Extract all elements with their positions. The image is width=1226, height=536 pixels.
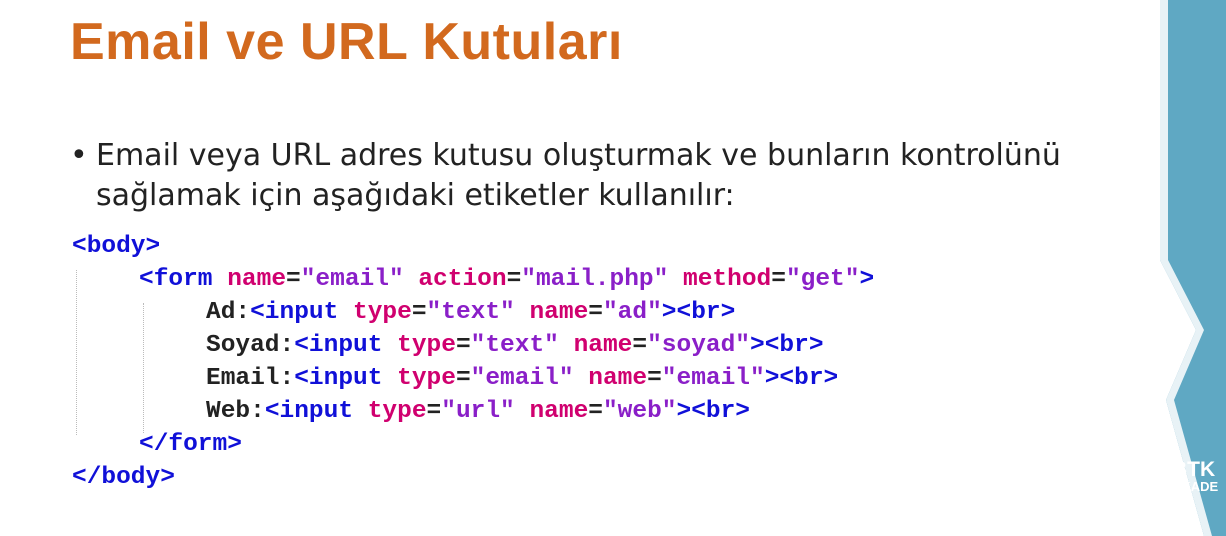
code-token-val: "email": [470, 365, 574, 392]
code-token-txt: =: [647, 365, 662, 392]
code-token-tag: <body>: [72, 233, 161, 260]
logo-text-btk: BTK: [1172, 458, 1216, 481]
code-token-attr: name: [529, 299, 589, 326]
code-token-val: "email": [661, 365, 765, 392]
slide: Email ve URL Kutuları • Email veya URL a…: [0, 0, 1226, 536]
code-token-attr: name: [588, 365, 648, 392]
logo-text-akade: AKADE: [1172, 479, 1219, 494]
code-line: Email:<input type="email" name="email"><…: [72, 362, 874, 395]
bullet-item: • Email veya URL adres kutusu oluşturmak…: [70, 136, 1070, 216]
code-token-val: "text": [470, 332, 559, 359]
code-token-tag: <input: [250, 299, 339, 326]
code-token-attr: type: [367, 398, 427, 425]
code-token-txt: Email:: [206, 365, 295, 392]
code-token-attr: name: [573, 332, 633, 359]
code-block: <body> <form name="email" action="mail.ph…: [72, 230, 874, 494]
code-token-tag: ><br>: [764, 365, 839, 392]
code-line: Web:<input type="url" name="web"><br>: [72, 395, 874, 428]
slide-title: Email ve URL Kutuları: [70, 13, 623, 71]
bullet-line-2: sağlamak için aşağıdaki etiketler kullan…: [96, 178, 735, 213]
code-token-tag: <input: [294, 332, 383, 359]
code-token-val: "get": [785, 266, 860, 293]
code-token-attr: type: [397, 365, 456, 392]
code-token-tag: ><br>: [676, 398, 751, 425]
code-line: <form name="email" action="mail.php" met…: [72, 263, 874, 296]
btk-logo: BTK AKADE: [1150, 458, 1219, 494]
code-token-val: "email": [300, 266, 404, 293]
code-token-txt: =: [588, 299, 603, 326]
code-token-tag: ><br>: [750, 332, 824, 359]
code-token-val: "url": [441, 398, 515, 425]
code-token-txt: =: [426, 398, 442, 425]
code-token-txt: =: [411, 299, 427, 326]
code-line: </body>: [72, 461, 874, 494]
code-line: <body>: [72, 230, 874, 263]
code-line: </form>: [72, 428, 874, 461]
code-token-txt: Ad:: [206, 299, 251, 326]
bullet-icon: •: [70, 138, 88, 173]
code-token-attr: type: [397, 332, 456, 359]
code-token-attr: type: [353, 299, 412, 326]
side-decoration: [1156, 0, 1226, 536]
code-line: Soyad:<input type="text" name="soyad"><b…: [72, 329, 874, 362]
code-token-txt: =: [455, 332, 471, 359]
code-token-attr: name: [529, 398, 589, 425]
code-token-txt: =: [632, 332, 648, 359]
code-token-txt: Soyad:: [206, 332, 295, 359]
code-token-tag: <form: [139, 266, 213, 293]
bullet-line-1: Email veya URL adres kutusu oluşturmak v…: [96, 138, 1061, 173]
code-token-txt: =: [506, 266, 522, 293]
code-token-tag: </form>: [139, 431, 242, 458]
code-line: Ad:<input type="text" name="ad"><br>: [72, 296, 874, 329]
code-token-val: "mail.php": [521, 266, 669, 293]
code-token-tag: </body>: [72, 464, 175, 491]
code-token-tag: <input: [264, 398, 354, 425]
code-token-tag: <input: [294, 365, 383, 392]
code-token-val: "soyad": [647, 332, 751, 359]
code-token-attr: name: [227, 266, 287, 293]
code-token-txt: =: [455, 365, 471, 392]
code-token-val: "web": [602, 398, 677, 425]
bullet-text: Email veya URL adres kutusu oluşturmak v…: [96, 136, 1061, 216]
code-token-val: "text": [426, 299, 515, 326]
code-token-val: "ad": [602, 299, 662, 326]
code-token-txt: =: [286, 266, 301, 293]
code-token-tag: ><br>: [661, 299, 736, 326]
code-token-tag: >: [859, 266, 875, 293]
code-token-txt: Web:: [206, 398, 265, 425]
code-token-txt: =: [588, 398, 603, 425]
code-token-attr: action: [418, 266, 507, 293]
code-token-attr: method: [683, 266, 772, 293]
code-token-txt: =: [771, 266, 786, 293]
